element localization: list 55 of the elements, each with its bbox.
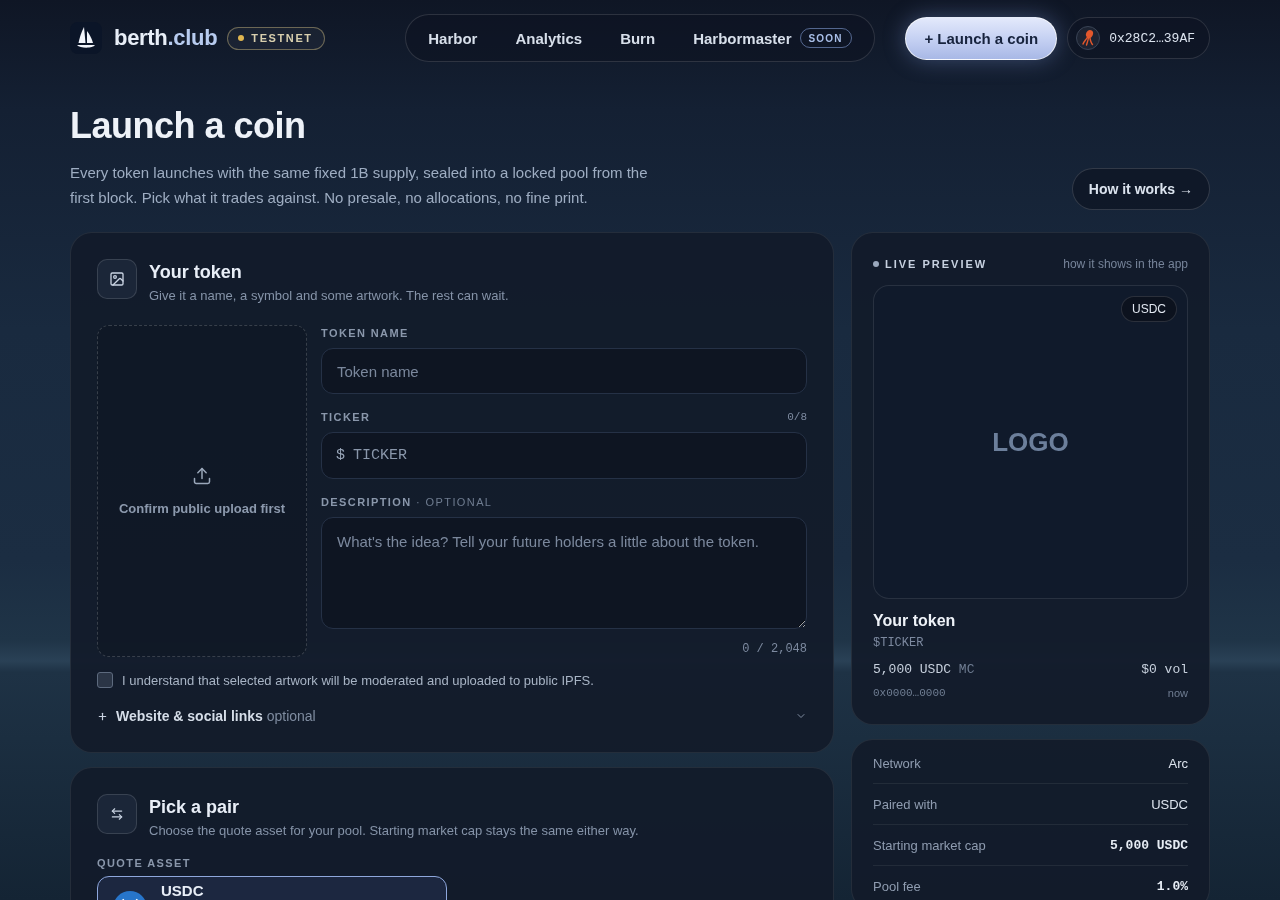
image-icon bbox=[97, 259, 137, 299]
swap-arrows-icon bbox=[97, 794, 137, 834]
summary-label: Paired with bbox=[873, 796, 938, 812]
market-cap-value: 5,000 USDC MC bbox=[873, 661, 975, 679]
field-label: DESCRIPTION · OPTIONAL bbox=[321, 496, 493, 508]
page-title: Launch a coin bbox=[70, 104, 307, 148]
summary-value: 1.0% bbox=[1156, 879, 1188, 894]
upload-icon bbox=[192, 466, 212, 486]
preview-label: LIVE PREVIEW bbox=[885, 258, 988, 270]
consent-text: I understand that selected artwork will be moderated and uploaded to public IPFS. bbox=[122, 672, 594, 688]
character-counter: 0 / 2,048 bbox=[742, 641, 807, 657]
nav-link[interactable]: Analytics bbox=[515, 25, 583, 51]
volume-value: $0 vol bbox=[1141, 661, 1188, 679]
character-counter: 0/8 bbox=[787, 411, 807, 423]
logo-placeholder-text: LOGO bbox=[992, 426, 1069, 458]
card-title: Pick a pair bbox=[149, 796, 241, 819]
quote-badge: USDC bbox=[1121, 296, 1177, 322]
wallet-button[interactable]: 0x28C2…39AF bbox=[1067, 17, 1210, 59]
how-it-works-button[interactable]: How it works → bbox=[1071, 168, 1210, 210]
token-name-field[interactable]: Token name bbox=[321, 348, 807, 394]
checkbox[interactable] bbox=[97, 672, 113, 688]
summary-value: USDC bbox=[1151, 796, 1188, 812]
upload-dropzone[interactable]: Confirm public upload first bbox=[97, 325, 307, 657]
plus-icon bbox=[97, 710, 108, 722]
card-title: Your token bbox=[149, 261, 243, 284]
launch-coin-button[interactable]: + Launch a coin bbox=[905, 16, 1058, 60]
brand-name: berth.club bbox=[114, 25, 218, 51]
created-time: now bbox=[1167, 686, 1188, 701]
page-description: Every token launches with the same fixed 1B supply, sealed into a locked pool from the first block. Pick what it trades against. No presale, no allocations, no fine print. bbox=[70, 163, 649, 208]
summary-value: 5,000 USDC bbox=[1110, 837, 1188, 853]
token-address: 0x0000…0000 bbox=[873, 686, 946, 701]
badge-label: TESTNET bbox=[251, 32, 313, 44]
summary-label: Pool fee bbox=[873, 879, 921, 894]
status-dot-icon bbox=[238, 35, 245, 41]
summary-value: Arc bbox=[1168, 755, 1188, 771]
card-subtitle: Choose the quote asset for your pool. Starting market cap stays the same either way. bbox=[149, 822, 639, 840]
token-name: Your token bbox=[873, 611, 957, 631]
summary-label: Starting market cap bbox=[873, 837, 986, 853]
description-field[interactable]: What's the idea? Tell your future holders a little about the token. bbox=[321, 517, 807, 629]
sailboat-icon bbox=[70, 22, 102, 54]
field-label: TICKER bbox=[321, 411, 371, 423]
quote-asset-option[interactable]: USDC bbox=[97, 876, 447, 900]
status-dot-icon bbox=[873, 261, 879, 267]
preview-note: how it shows in the app bbox=[1063, 257, 1188, 271]
card-subtitle: Give it a name, a symbol and some artwork. The rest can wait. bbox=[149, 287, 509, 305]
field-label: QUOTE ASSET bbox=[97, 856, 192, 871]
token-ticker: $TICKER bbox=[873, 635, 925, 651]
summary-label: Network bbox=[873, 755, 921, 771]
field-label: TOKEN NAME bbox=[321, 327, 409, 339]
social-links-toggle[interactable]: Website & social links optional bbox=[97, 707, 807, 725]
currency-prefix: $ bbox=[336, 446, 345, 465]
nav-link[interactable]: Harbor bbox=[428, 25, 478, 51]
nav-link[interactable]: Harbormaster SOON bbox=[693, 24, 852, 52]
avatar-icon bbox=[1076, 26, 1101, 50]
nav-link[interactable]: Burn bbox=[620, 25, 656, 51]
